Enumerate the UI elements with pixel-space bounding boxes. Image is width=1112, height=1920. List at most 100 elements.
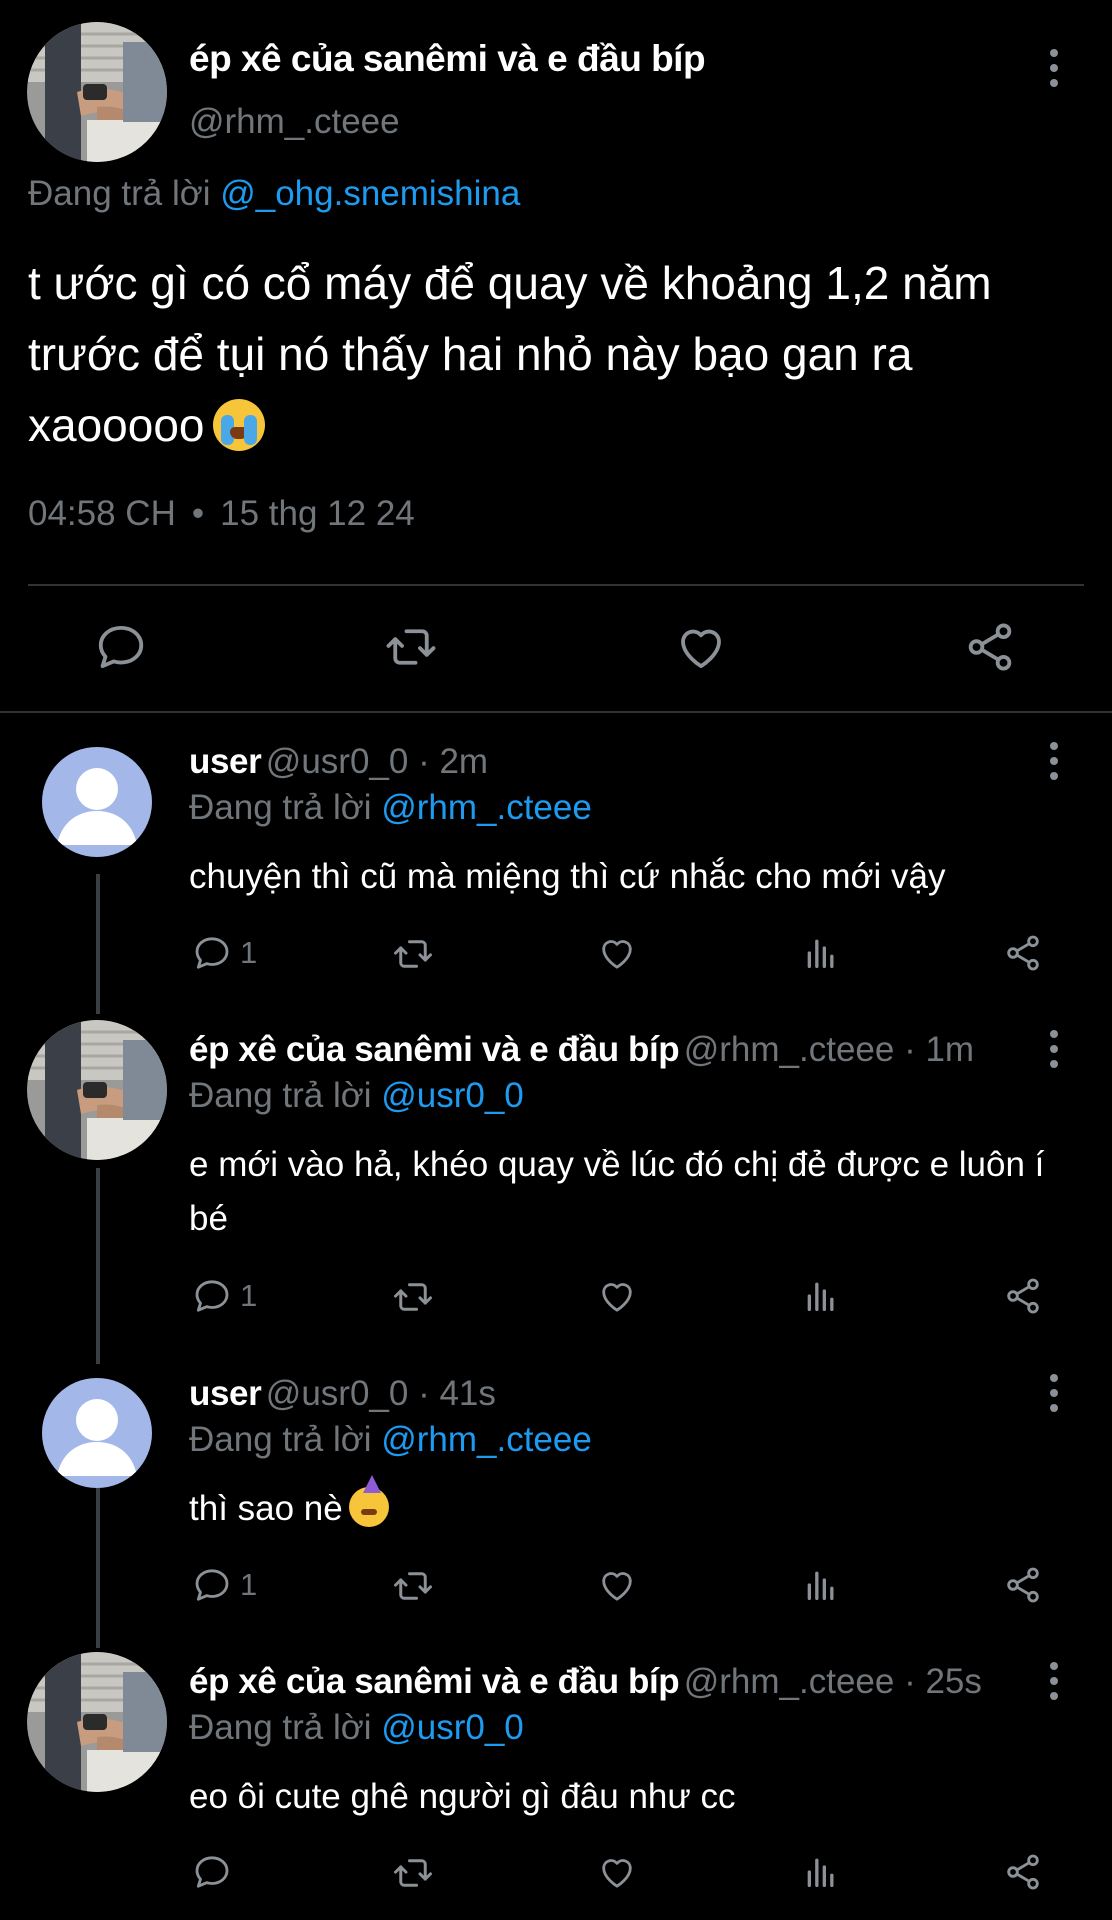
meta-separator: · xyxy=(408,742,440,781)
thread-line xyxy=(96,1488,100,1648)
author-name[interactable]: user xyxy=(189,1374,262,1413)
more-options-icon[interactable] xyxy=(1049,1374,1059,1412)
reply-time[interactable]: 25s xyxy=(925,1662,981,1701)
replying-prefix: Đang trả lời xyxy=(189,1708,372,1747)
views-icon[interactable] xyxy=(801,1565,841,1605)
like-icon[interactable] xyxy=(597,1565,637,1605)
replying-to: Đang trả lời @rhm_.cteee xyxy=(189,788,592,828)
reply-action[interactable]: 1 xyxy=(192,1276,257,1316)
views-icon[interactable] xyxy=(801,1852,841,1892)
reply-icon xyxy=(192,1852,232,1892)
tweet-time: 04:58 CH xyxy=(28,494,176,533)
divider xyxy=(0,711,1112,713)
reply-text: eo ôi cute ghê người gì đâu như cc xyxy=(189,1777,736,1816)
like-icon[interactable] xyxy=(597,1852,637,1892)
reply-icon xyxy=(192,1565,232,1605)
loudly-crying-face-emoji-icon xyxy=(212,398,265,451)
more-options-icon[interactable] xyxy=(1049,1030,1059,1068)
like-icon[interactable] xyxy=(674,620,728,674)
reply-header: ép xê của sanêmi và e đầu bíp @rhm_.ctee… xyxy=(189,1030,974,1070)
author-name[interactable]: ép xê của sanêmi và e đầu bíp xyxy=(189,1030,680,1069)
views-icon[interactable] xyxy=(801,933,841,973)
replying-prefix: Đang trả lời xyxy=(189,788,372,827)
replying-to: Đang trả lời @usr0_0 xyxy=(189,1708,524,1748)
replying-to-mention[interactable]: @_ohg.snemishina xyxy=(220,174,520,213)
avatar[interactable] xyxy=(42,1378,152,1488)
author-name[interactable]: user xyxy=(189,742,262,781)
share-icon[interactable] xyxy=(1003,1276,1043,1316)
reply-header: ép xê của sanêmi và e đầu bíp @rhm_.ctee… xyxy=(189,1662,982,1702)
retweet-icon[interactable] xyxy=(392,1852,434,1894)
main-tweet: ép xê của sanêmi và e đầu bíp @rhm_.ctee… xyxy=(0,0,1112,713)
replying-to: Đang trả lời @usr0_0 xyxy=(189,1076,524,1116)
retweet-icon[interactable] xyxy=(384,620,438,674)
tweet-text-content: t ước gì có cổ máy để quay về khoảng 1,2… xyxy=(28,257,992,451)
author-handle[interactable]: @rhm_.cteee xyxy=(684,1030,895,1069)
retweet-icon[interactable] xyxy=(392,933,434,975)
tweet-thread-page: ép xê của sanêmi và e đầu bíp @rhm_.ctee… xyxy=(0,0,1112,1920)
author-handle[interactable]: @rhm_.cteee xyxy=(684,1662,895,1701)
reply-text: e mới vào hả, khéo quay về lúc đó chị đẻ… xyxy=(189,1145,1045,1238)
partying-face-emoji-icon xyxy=(348,1474,389,1527)
share-icon[interactable] xyxy=(1003,933,1043,973)
more-options-icon[interactable] xyxy=(1049,1662,1059,1700)
reply-count: 1 xyxy=(240,1567,258,1602)
meta-separator: · xyxy=(894,1662,926,1701)
author-name[interactable]: ép xê của sanêmi và e đầu bíp xyxy=(189,1662,680,1701)
author-handle[interactable]: @rhm_.cteee xyxy=(189,102,400,142)
reply-text: thì sao nè xyxy=(189,1474,1079,1536)
more-options-icon[interactable] xyxy=(1049,742,1059,780)
reply-icon[interactable] xyxy=(94,620,148,674)
reply-time[interactable]: 41s xyxy=(439,1374,495,1413)
replying-to: Đang trả lời @_ohg.snemishina xyxy=(28,174,520,214)
like-icon[interactable] xyxy=(597,933,637,973)
share-icon[interactable] xyxy=(1003,1852,1043,1892)
replying-prefix: Đang trả lời xyxy=(189,1420,372,1459)
avatar[interactable] xyxy=(42,747,152,857)
avatar[interactable] xyxy=(27,1652,167,1792)
replying-prefix: Đang trả lời xyxy=(28,174,211,213)
like-icon[interactable] xyxy=(597,1276,637,1316)
profile-photo-image xyxy=(27,1020,167,1160)
meta-separator: · xyxy=(894,1030,926,1069)
reply-time[interactable]: 2m xyxy=(439,742,488,781)
profile-photo-image xyxy=(27,22,167,162)
reply-action[interactable]: 1 xyxy=(192,1565,257,1605)
reply-text-content: thì sao nè xyxy=(189,1489,343,1528)
reply-time[interactable]: 1m xyxy=(925,1030,974,1069)
tweet-text: t ước gì có cổ máy để quay về khoảng 1,2… xyxy=(28,248,1088,461)
reply-icon xyxy=(192,1276,232,1316)
thread-line xyxy=(96,874,100,1014)
author-name[interactable]: ép xê của sanêmi và e đầu bíp xyxy=(189,38,706,80)
tweet-timestamp[interactable]: 04:58 CH • 15 thg 12 24 xyxy=(28,494,415,534)
replying-to-mention[interactable]: @rhm_.cteee xyxy=(381,788,592,827)
reply-header: user @usr0_0 · 41s xyxy=(189,1374,496,1414)
divider xyxy=(28,584,1084,586)
more-options-icon[interactable] xyxy=(1049,49,1059,87)
avatar[interactable] xyxy=(27,1020,167,1160)
meta-separator: · xyxy=(408,1374,440,1413)
retweet-icon[interactable] xyxy=(392,1276,434,1318)
author-handle[interactable]: @usr0_0 xyxy=(266,742,409,781)
share-icon[interactable] xyxy=(963,620,1017,674)
retweet-icon[interactable] xyxy=(392,1565,434,1607)
share-icon[interactable] xyxy=(1003,1565,1043,1605)
replying-to-mention[interactable]: @usr0_0 xyxy=(381,1076,524,1115)
meta-separator: • xyxy=(191,494,205,533)
reply-count: 1 xyxy=(240,935,258,970)
default-avatar-icon xyxy=(42,1378,152,1488)
profile-photo-image xyxy=(27,1652,167,1792)
reply-header: user @usr0_0 · 2m xyxy=(189,742,488,782)
reply-action[interactable]: 1 xyxy=(192,933,257,973)
reply-count: 1 xyxy=(240,1278,258,1313)
replying-to-mention[interactable]: @usr0_0 xyxy=(381,1708,524,1747)
reply-action[interactable] xyxy=(192,1852,240,1892)
replying-prefix: Đang trả lời xyxy=(189,1076,372,1115)
views-icon[interactable] xyxy=(801,1276,841,1316)
replying-to-mention[interactable]: @rhm_.cteee xyxy=(381,1420,592,1459)
tweet-date: 15 thg 12 24 xyxy=(220,494,415,533)
reply-text: chuyện thì cũ mà miệng thì cứ nhắc cho m… xyxy=(189,857,946,896)
default-avatar-icon xyxy=(42,747,152,857)
author-handle[interactable]: @usr0_0 xyxy=(266,1374,409,1413)
avatar[interactable] xyxy=(27,22,167,162)
